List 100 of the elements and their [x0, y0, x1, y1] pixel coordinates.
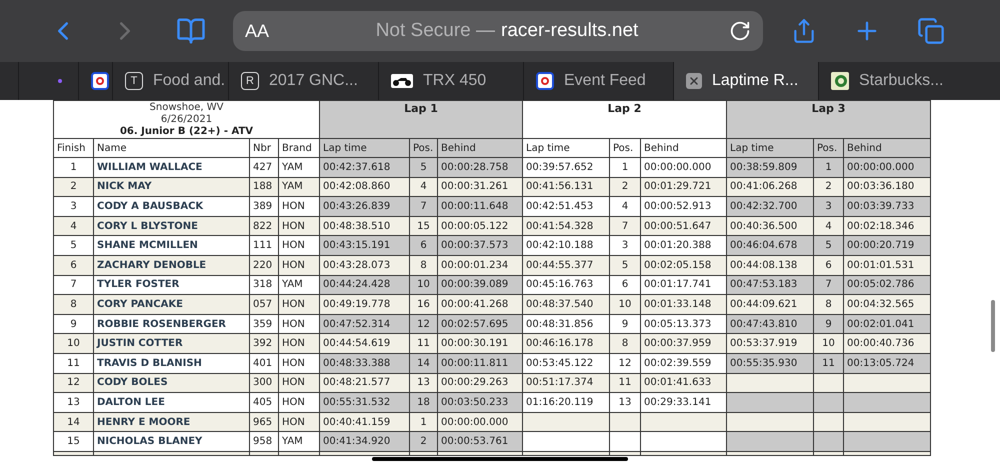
brand-cell: HON [278, 216, 320, 236]
brand-cell: HON [278, 373, 320, 393]
motorbike-icon [391, 74, 413, 88]
finish-cell: 8 [54, 294, 94, 314]
address-bar[interactable]: AA Not Secure — racer-results.net [233, 11, 763, 51]
position-cell: 13 [410, 373, 438, 393]
lap-time-cell: 00:42:08.860 [320, 177, 410, 197]
position-cell: 9 [814, 314, 844, 334]
rider-name: WILLIAM WALLACE [94, 158, 250, 178]
rider-name: TRAVIS D BLANISH [94, 353, 250, 374]
finish-cell: 14 [54, 412, 94, 432]
cup-icon [831, 72, 849, 90]
column-header: Behind [438, 138, 522, 158]
position-cell: 5 [814, 236, 844, 256]
position-cell: 16 [410, 294, 438, 314]
position-cell: 1 [814, 158, 844, 178]
behind-cell: 00:03:39.733 [844, 196, 930, 216]
rider-name: ZACHARY DENOBLE [94, 255, 250, 276]
browser-tab[interactable]: Laptime R... [673, 62, 818, 100]
behind-cell: 00:02:01.041 [844, 314, 930, 334]
tabs-icon[interactable] [917, 17, 945, 45]
lap-time-cell: 00:43:28.073 [320, 255, 410, 276]
position-cell: 3 [814, 196, 844, 216]
behind-cell: 00:00:39.089 [438, 275, 522, 295]
browser-tab[interactable] [78, 62, 112, 100]
rider-name: CODY A BAUSBACK [94, 196, 250, 216]
behind-cell: 00:00:20.719 [844, 236, 930, 256]
security-label: Not Secure — [376, 18, 496, 43]
reload-icon[interactable] [729, 20, 751, 42]
behind-cell: 00:00:40.736 [844, 334, 930, 354]
lap-time-cell: 00:45:16.763 [522, 275, 610, 295]
number-cell: 965 [250, 412, 278, 432]
brand-cell: HON [278, 353, 320, 374]
lap-time-cell: 00:42:10.188 [522, 236, 610, 256]
rider-name: TYLER FOSTER [94, 275, 250, 295]
column-header: Behind [640, 138, 726, 158]
brand-cell: HON [278, 236, 320, 256]
brand-cell: HON [278, 392, 320, 412]
number-cell: 057 [250, 294, 278, 314]
behind-cell: 00:03:50.233 [438, 392, 522, 412]
column-header: Pos. [814, 138, 844, 158]
number-cell: 188 [250, 177, 278, 197]
position-cell: 14 [410, 353, 438, 374]
number-cell: 111 [250, 236, 278, 256]
finish-cell: 13 [54, 392, 94, 412]
behind-cell: 00:29:33.141 [640, 392, 726, 412]
lap-time-cell: 00:46:04.678 [726, 236, 814, 256]
lap-heading: Lap 3 [812, 102, 846, 115]
text-size-button[interactable]: AA [245, 18, 285, 44]
position-cell: 3 [610, 236, 640, 256]
book-icon[interactable] [176, 16, 206, 46]
number-cell: 401 [250, 353, 278, 374]
brand-cell: YAM [278, 275, 320, 295]
brand-cell: YAM [278, 432, 320, 452]
position-cell: 4 [410, 177, 438, 197]
event-date: 6/26/2021 [160, 114, 214, 126]
position-cell: 2 [610, 177, 640, 197]
brand-cell: YAM [278, 158, 320, 178]
finish-cell: 2 [54, 177, 94, 197]
brand-cell: YAM [278, 177, 320, 197]
position-cell: 6 [814, 255, 844, 276]
position-cell: 18 [410, 392, 438, 412]
behind-cell: 00:13:05.724 [844, 353, 930, 374]
rider-name: DALTON LEE [94, 392, 250, 412]
column-header: Behind [844, 138, 930, 158]
behind-cell: 00:00:11.811 [438, 353, 522, 374]
behind-cell: 00:00:00.000 [438, 412, 522, 432]
behind-cell: 00:00:37.959 [640, 334, 726, 354]
behind-cell: 00:02:39.559 [640, 353, 726, 374]
column-header: Nbr [250, 138, 278, 158]
behind-cell: 00:00:11.648 [438, 196, 522, 216]
rider-name: CORY PANCAKE [94, 294, 250, 314]
lap-time-cell: 00:53:45.122 [522, 353, 610, 374]
letter-icon: R [241, 72, 259, 90]
rider-name: CORY L BLYSTONE [94, 216, 250, 236]
close-icon[interactable] [686, 73, 702, 89]
lap-time-cell: 01:16:20.119 [522, 392, 610, 412]
behind-cell: 00:00:05.122 [438, 216, 522, 236]
position-cell: 2 [814, 177, 844, 197]
finish-cell: 4 [54, 216, 94, 236]
number-cell: 300 [250, 373, 278, 393]
behind-cell: 00:00:29.263 [438, 373, 522, 393]
tab-label: Event Feed [564, 71, 646, 91]
finish-cell: 6 [54, 255, 94, 276]
brand-cell: HON [278, 294, 320, 314]
event-class: 06. Junior B (22+) - ATV [118, 126, 254, 138]
position-cell: 4 [814, 216, 844, 236]
position-cell: 9 [610, 314, 640, 334]
lap-time-cell: 00:39:57.652 [522, 158, 610, 178]
number-cell: 318 [250, 275, 278, 295]
behind-cell: 00:04:32.565 [844, 294, 930, 314]
brand-cell: HON [278, 255, 320, 276]
finish-cell: 12 [54, 373, 94, 393]
position-cell: 7 [610, 216, 640, 236]
rider-name: JUSTIN COTTER [94, 334, 250, 354]
behind-cell: 00:00:31.261 [438, 177, 522, 197]
lap-time-cell: 00:48:21.577 [320, 373, 410, 393]
lap-heading: Lap 1 [404, 102, 438, 115]
lap-heading: Lap 2 [608, 102, 642, 115]
finish-cell: 15 [54, 432, 94, 452]
